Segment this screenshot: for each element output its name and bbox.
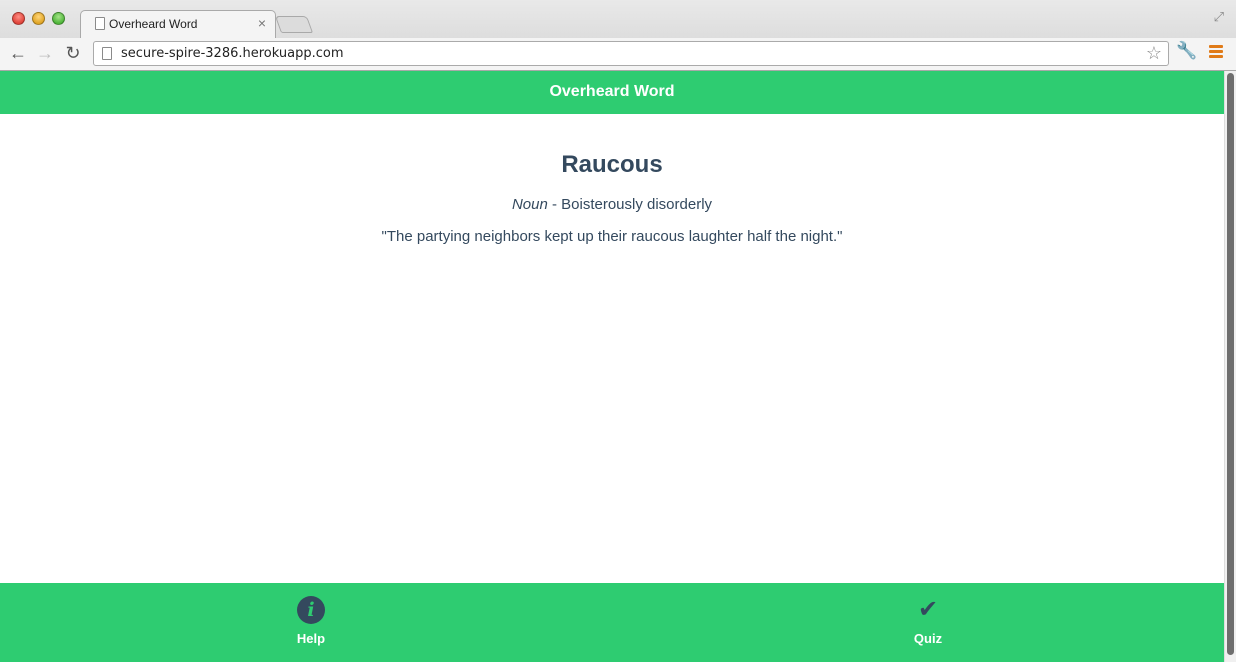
menu-icon[interactable] — [1209, 45, 1223, 59]
new-tab-button[interactable] — [274, 16, 314, 33]
bookmark-star-icon[interactable]: ☆ — [1146, 43, 1162, 64]
checkmark-icon: ✔ — [917, 596, 939, 623]
forward-button[interactable]: → — [34, 41, 56, 65]
back-button[interactable]: ← — [7, 41, 29, 65]
word-term: Raucous — [561, 151, 663, 178]
app-header: Overheard Word — [0, 71, 1224, 114]
browser-chrome: Overheard Word × ⤢ ← → ↻ secure-spire-32… — [0, 0, 1236, 71]
word-card: Raucous Noun - Boisterously disorderly "… — [0, 114, 1224, 245]
tab-title: Overheard Word — [109, 17, 198, 31]
quiz-button[interactable]: ✔ Quiz — [888, 596, 968, 646]
footer-nav: i Help ✔ Quiz — [0, 583, 1224, 662]
browser-tab[interactable]: Overheard Word × — [80, 10, 276, 38]
app-title: Overheard Word — [549, 83, 675, 100]
scrollbar[interactable] — [1224, 71, 1236, 662]
page-content: Overheard Word Raucous Noun - Boisterous… — [0, 71, 1236, 662]
help-label: Help — [296, 631, 326, 646]
minimize-window-button[interactable] — [32, 12, 45, 25]
quiz-label: Quiz — [913, 631, 943, 646]
info-icon: i — [297, 596, 325, 624]
reload-button[interactable]: ↻ — [62, 41, 84, 65]
zoom-window-button[interactable] — [52, 12, 65, 25]
fullscreen-icon[interactable]: ⤢ — [1214, 9, 1224, 25]
scrollbar-thumb[interactable] — [1227, 73, 1234, 655]
close-window-button[interactable] — [12, 12, 25, 25]
address-bar[interactable]: secure-spire-3286.herokuapp.com ☆ — [93, 41, 1169, 66]
page-icon — [95, 17, 105, 30]
word-definition: Noun - Boisterously disorderly — [0, 196, 1224, 213]
definition-separator: - — [547, 196, 562, 213]
page-icon — [102, 47, 112, 60]
definition-text: Boisterously disorderly — [561, 196, 713, 213]
example-sentence: "The partying neighbors kept up their ra… — [381, 228, 843, 245]
url-text[interactable]: secure-spire-3286.herokuapp.com — [121, 46, 344, 61]
browser-toolbar: ← → ↻ secure-spire-3286.herokuapp.com ☆ … — [0, 38, 1236, 70]
help-button[interactable]: i Help — [271, 596, 351, 646]
part-of-speech: Noun — [511, 196, 548, 213]
wrench-icon[interactable]: 🔧 — [1176, 41, 1197, 61]
tab-close-icon[interactable]: × — [258, 15, 266, 31]
